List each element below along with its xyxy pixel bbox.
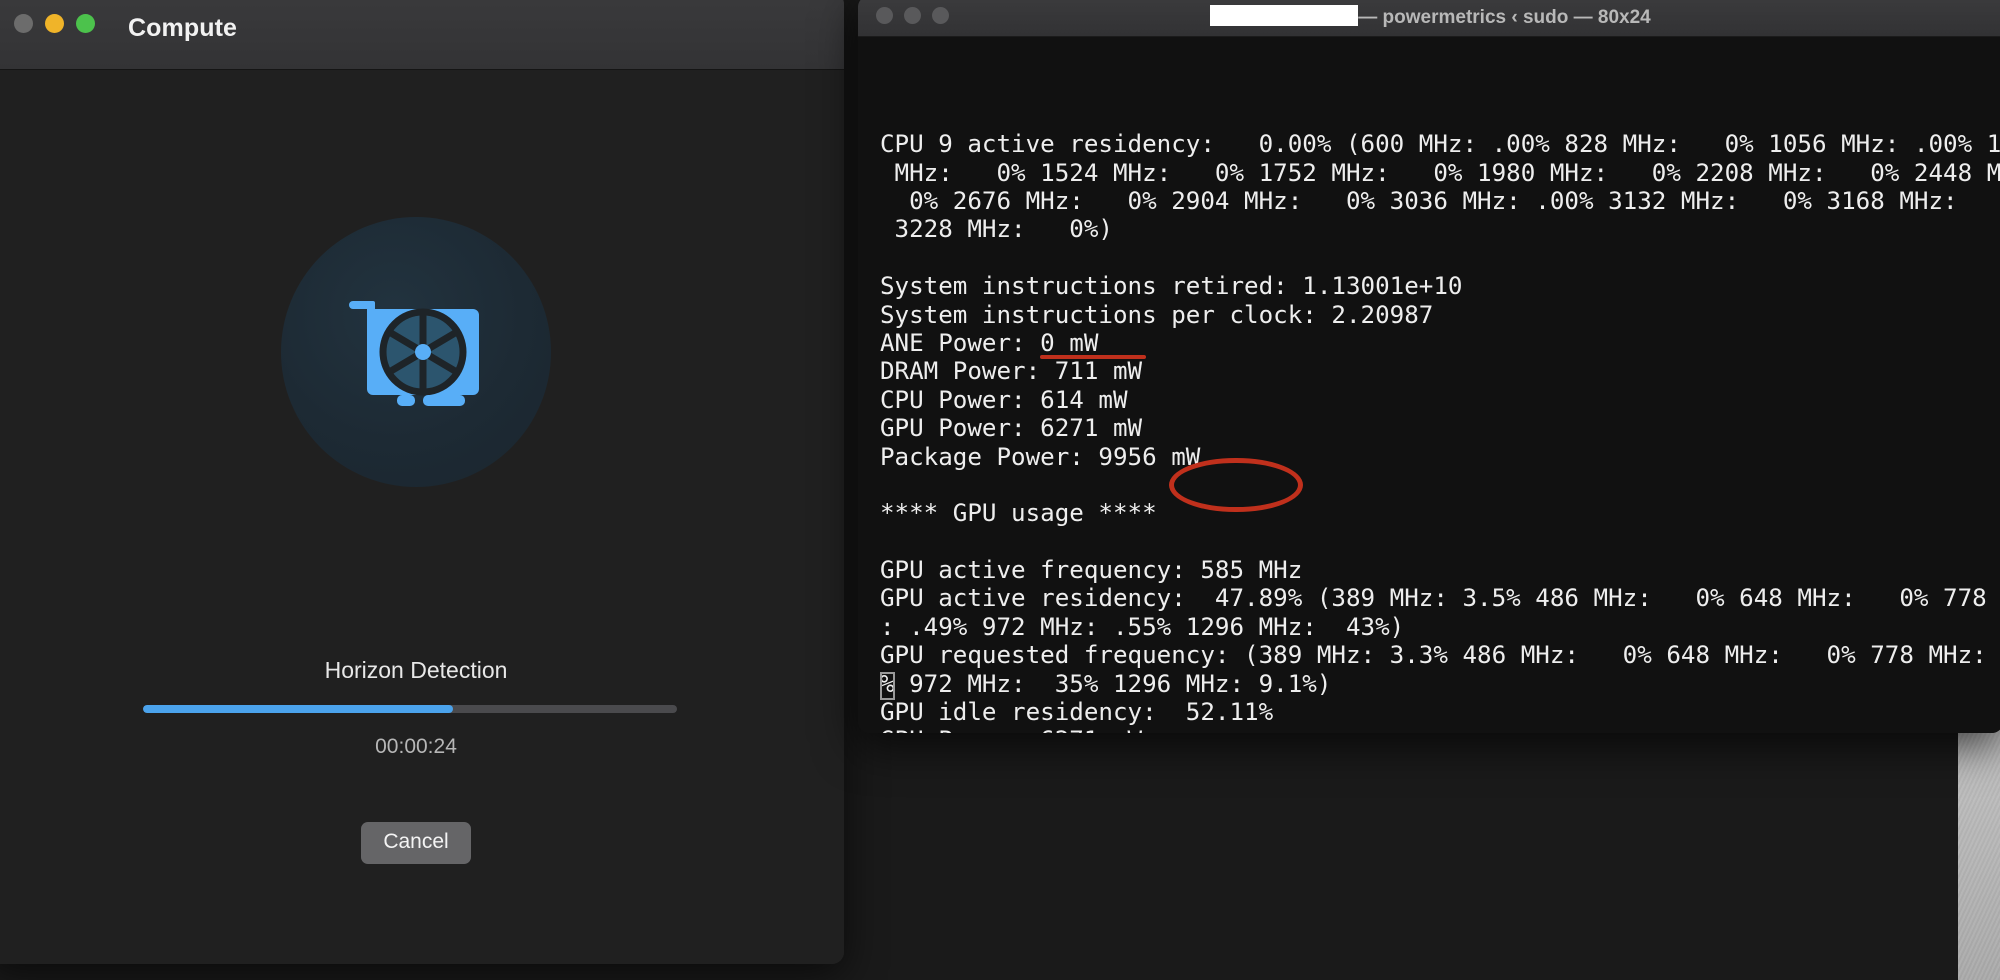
terminal-line: Package Power: 9956 mW xyxy=(880,442,1201,471)
terminal-line: 0% 2676 MHz: 0% 2904 MHz: 0% 3036 MHz: .… xyxy=(880,187,2000,215)
gpu-power-underline-annotation xyxy=(1039,355,1146,360)
terminal-line: GPU Power: 6271 mW xyxy=(880,726,2000,733)
close-button-icon[interactable] xyxy=(14,14,33,33)
terminal-line: % 972 MHz: 35% 1296 MHz: 9.1%) xyxy=(880,669,1332,698)
terminal-line: GPU requested frequency: (389 MHz: 3.3% … xyxy=(880,641,2000,670)
minimize-button-icon[interactable] xyxy=(45,14,64,33)
terminal-line: MHz: 0% 1524 MHz: 0% 1752 MHz: 0% 1980 M… xyxy=(880,158,2000,187)
compute-traffic-lights xyxy=(14,14,95,33)
terminal-line: DRAM Power: 711 mW xyxy=(880,357,1143,386)
terminal-line: GPU active residency: 47.89% (389 MHz: 3… xyxy=(880,584,2000,613)
gpu-card-icon xyxy=(281,217,551,487)
terminal-window-title: — powermetrics ‹ sudo — 80x24 xyxy=(858,5,2000,29)
redacted-hostname-box xyxy=(1210,5,1359,26)
compute-window-body: Horizon Detection 00:00:24 Cancel xyxy=(0,70,844,964)
terminal-cursor xyxy=(880,672,895,700)
compute-titlebar[interactable]: Compute xyxy=(0,0,844,70)
task-label: Horizon Detection xyxy=(324,657,508,683)
terminal-line: System instructions retired: 1.13001e+10 xyxy=(880,272,1463,301)
cancel-button-container: Cancel xyxy=(0,822,844,864)
terminal-line: GPU active frequency: 585 MHz xyxy=(880,556,1303,585)
terminal-line: CPU 9 active residency: 0.00% (600 MHz: … xyxy=(880,130,2000,159)
gpu-active-frequency-ellipse-annotation xyxy=(1169,458,1303,513)
terminal-window[interactable]: — powermetrics ‹ sudo — 80x24 CPU 9 acti… xyxy=(858,0,2000,733)
terminal-line: ANE Power: 0 mW xyxy=(880,328,1099,357)
terminal-line: CPU Power: 614 mW xyxy=(880,385,1128,414)
terminal-line: **** GPU usage **** xyxy=(880,499,1157,528)
progress-bar-fill xyxy=(143,705,453,713)
terminal-line: 3228 MHz: 0%) xyxy=(880,215,1113,244)
terminal-line: GPU idle residency: 52.11% xyxy=(880,698,1274,727)
terminal-title-suffix: — powermetrics ‹ sudo — 80x24 xyxy=(1358,7,1651,28)
progress-bar xyxy=(143,705,677,713)
maximize-button-icon[interactable] xyxy=(76,14,95,33)
terminal-line: System instructions per clock: 2.20987 xyxy=(880,300,1434,329)
terminal-output[interactable]: CPU 9 active residency: 0.00% (600 MHz: … xyxy=(858,37,2000,733)
terminal-line: GPU Power: 6271 mW xyxy=(880,414,1143,443)
terminal-titlebar[interactable]: — powermetrics ‹ sudo — 80x24 xyxy=(858,0,2000,37)
compute-window-title: Compute xyxy=(128,14,238,42)
terminal-line: : .49% 972 MHz: .55% 1296 MHz: 43%) xyxy=(880,612,1405,641)
gpu-card-glyph xyxy=(349,301,479,406)
cancel-button[interactable]: Cancel xyxy=(361,822,471,864)
compute-window[interactable]: Compute Horizon Detection 00:00:24 Cance… xyxy=(0,0,844,964)
elapsed-timer: 00:00:24 xyxy=(375,735,457,758)
